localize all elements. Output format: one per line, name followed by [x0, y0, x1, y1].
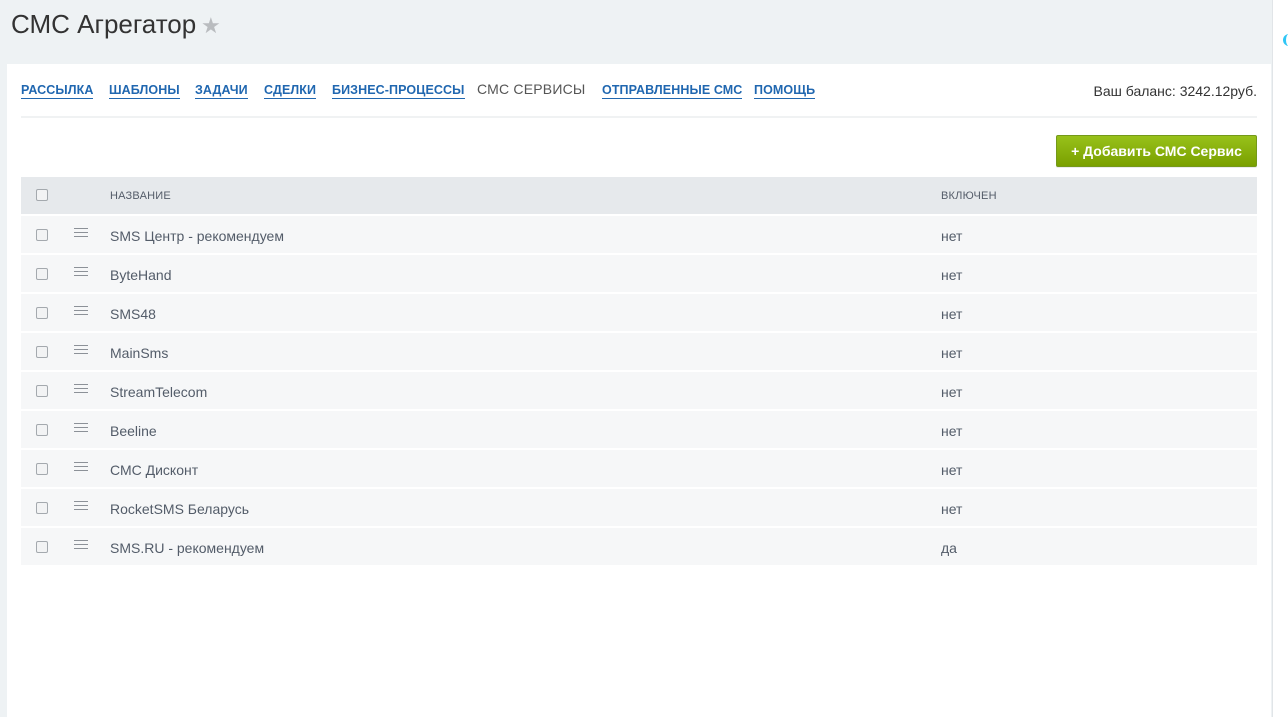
service-enabled-cell: нет [941, 423, 963, 439]
nav-item-sms-services[interactable]: СМС СЕРВИСЫ [477, 82, 586, 97]
nav-item-help[interactable]: ПОМОЩЬ [754, 83, 816, 99]
row-menu-icon[interactable] [74, 228, 88, 240]
row-checkbox[interactable] [36, 385, 48, 397]
row-checkbox[interactable] [36, 463, 48, 475]
service-name-cell: SMS Центр - рекомендуем [110, 228, 284, 244]
nav-item-templates[interactable]: ШАБЛОНЫ [109, 83, 180, 99]
add-sms-service-button[interactable]: + Добавить СМС Сервис [1056, 135, 1257, 167]
row-checkbox[interactable] [36, 424, 48, 436]
service-enabled-cell: нет [941, 501, 963, 517]
grid-header: НАЗВАНИЕ ВКЛЮЧЕН [21, 177, 1257, 214]
row-checkbox[interactable] [36, 229, 48, 241]
page-header: СМС Агрегатор ★ [0, 0, 1272, 64]
table-row[interactable]: StreamTelecom нет [21, 370, 1257, 409]
row-checkbox[interactable] [36, 541, 48, 553]
service-enabled-cell: нет [941, 306, 963, 322]
table-row[interactable]: СМС Дисконт нет [21, 448, 1257, 487]
nav-item-mailing[interactable]: РАССЫЛКА [21, 83, 94, 99]
service-enabled-cell: нет [941, 462, 963, 478]
service-enabled-cell: нет [941, 228, 963, 244]
workarea: РАССЫЛКА ШАБЛОНЫ ЗАДАЧИ СДЕЛКИ БИЗНЕС-ПР… [7, 64, 1271, 717]
table-row[interactable]: RocketSMS Беларусь нет [21, 487, 1257, 526]
top-nav: РАССЫЛКА ШАБЛОНЫ ЗАДАЧИ СДЕЛКИ БИЗНЕС-ПР… [21, 64, 1257, 118]
row-checkbox[interactable] [36, 268, 48, 280]
service-name-cell: СМС Дисконт [110, 462, 199, 478]
panel-indicator-icon [1283, 34, 1288, 46]
row-menu-icon[interactable] [74, 540, 88, 552]
select-all-checkbox[interactable] [36, 189, 48, 201]
nav-item-business-processes[interactable]: БИЗНЕС-ПРОЦЕССЫ [332, 83, 465, 99]
service-name-cell: ByteHand [110, 267, 172, 283]
table-row[interactable]: SMS48 нет [21, 292, 1257, 331]
nav-item-sent-sms[interactable]: ОТПРАВЛЕННЫЕ СМС [602, 83, 743, 99]
nav-item-deals[interactable]: СДЕЛКИ [264, 83, 317, 99]
right-side-panel [1272, 0, 1288, 717]
table-row[interactable]: MainSms нет [21, 331, 1257, 370]
grid-body: SMS Центр - рекомендуем нет ByteHand нет SMS… [21, 214, 1257, 565]
row-menu-icon[interactable] [74, 306, 88, 318]
service-enabled-cell: да [941, 540, 957, 556]
service-name-cell: MainSms [110, 345, 169, 361]
table-row[interactable]: SMS Центр - рекомендуем нет [21, 214, 1257, 253]
column-header-name[interactable]: НАЗВАНИЕ [110, 190, 171, 202]
nav-item-tasks[interactable]: ЗАДАЧИ [195, 83, 248, 99]
table-row[interactable]: ByteHand нет [21, 253, 1257, 292]
row-menu-icon[interactable] [74, 267, 88, 279]
row-menu-icon[interactable] [74, 462, 88, 474]
table-row[interactable]: Beeline нет [21, 409, 1257, 448]
row-menu-icon[interactable] [74, 423, 88, 435]
page-title: СМС Агрегатор [11, 9, 197, 39]
service-name-cell: Beeline [110, 423, 157, 439]
row-menu-icon[interactable] [74, 345, 88, 357]
service-name-cell: RocketSMS Беларусь [110, 501, 250, 517]
service-enabled-cell: нет [941, 384, 963, 400]
services-grid: НАЗВАНИЕ ВКЛЮЧЕН SMS Центр - рекомендуем… [21, 177, 1257, 565]
service-enabled-cell: нет [941, 267, 963, 283]
service-name-cell: SMS.RU - рекомендуем [110, 540, 265, 556]
row-menu-icon[interactable] [74, 384, 88, 396]
row-checkbox[interactable] [36, 307, 48, 319]
row-checkbox[interactable] [36, 502, 48, 514]
star-icon[interactable]: ★ [201, 13, 221, 39]
row-menu-icon[interactable] [74, 501, 88, 513]
service-name-cell: StreamTelecom [110, 384, 208, 400]
service-name-cell: SMS48 [110, 306, 156, 322]
row-checkbox[interactable] [36, 346, 48, 358]
service-enabled-cell: нет [941, 345, 963, 361]
balance-text: Ваш баланс: 3242.12руб. [1093, 83, 1258, 99]
table-row[interactable]: SMS.RU - рекомендуем да [21, 526, 1257, 565]
column-header-enabled[interactable]: ВКЛЮЧЕН [941, 190, 997, 202]
